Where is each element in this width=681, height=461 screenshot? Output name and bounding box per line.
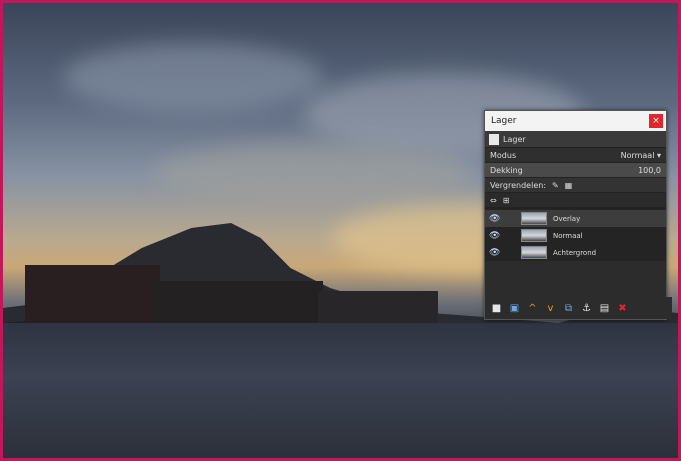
layer-actions-toolbar: ■ ▣ ^ v ⧉ ⚓ ▤ ✖	[485, 297, 672, 319]
new-group-icon[interactable]: ▣	[509, 303, 520, 314]
tab-label: Lager	[503, 134, 526, 144]
image-canvas: Lager × Lager Modus Normaal ▾ Dekking 10…	[0, 0, 681, 461]
layer-name: Overlay	[553, 214, 581, 223]
close-icon[interactable]: ×	[649, 114, 663, 128]
layer-row[interactable]: 👁 Normaal	[485, 227, 666, 244]
mode-select[interactable]: Normaal ▾	[621, 151, 661, 160]
mode-row: Modus Normaal ▾	[485, 148, 666, 163]
lock-alpha-icon[interactable]: ▦	[565, 181, 573, 190]
eye-icon[interactable]: 👁	[489, 214, 501, 224]
layers-tab-icon	[489, 133, 499, 145]
layer-name: Achtergrond	[553, 248, 597, 257]
layers-list: 👁 Overlay 👁 Normaal 👁 Achtergrond	[485, 208, 666, 261]
layer-thumbnail	[521, 212, 547, 225]
snow-foreground	[3, 323, 678, 458]
layer-thumbnail	[521, 246, 547, 259]
layer-name: Normaal	[553, 231, 583, 240]
anchor-layer-icon[interactable]: ⚓	[581, 303, 592, 314]
cloud	[63, 43, 323, 113]
eye-icon[interactable]: 👁	[489, 231, 501, 241]
dialog-title: Lager	[491, 116, 517, 126]
lock-pixels-icon[interactable]: ✎	[552, 181, 559, 190]
lock-position-icon-2[interactable]: ⊞	[503, 196, 510, 205]
delete-layer-icon[interactable]: ✖	[617, 303, 628, 314]
layer-row[interactable]: 👁 Overlay	[485, 210, 666, 227]
merge-layer-icon[interactable]: ▤	[599, 303, 610, 314]
opacity-value: 100,0	[638, 165, 661, 175]
lower-layer-icon[interactable]: v	[545, 303, 556, 314]
new-layer-icon[interactable]: ■	[491, 303, 502, 314]
dialog-tab[interactable]: Lager	[485, 131, 666, 148]
opacity-slider[interactable]: Dekking 100,0	[485, 163, 666, 178]
lock-label: Vergrendelen:	[490, 180, 547, 190]
raise-layer-icon[interactable]: ^	[527, 303, 538, 314]
lock-position-row: ⇔ ⊞	[485, 193, 666, 208]
duplicate-layer-icon[interactable]: ⧉	[563, 303, 574, 314]
layer-thumbnail	[521, 229, 547, 242]
layer-row[interactable]: 👁 Achtergrond	[485, 244, 666, 261]
layers-dialog: Lager × Lager Modus Normaal ▾ Dekking 10…	[484, 110, 672, 320]
lock-position-icon[interactable]: ⇔	[490, 196, 497, 205]
mode-label: Modus	[490, 150, 517, 160]
opacity-label: Dekking	[490, 165, 523, 175]
cloud	[153, 143, 473, 203]
dialog-titlebar[interactable]: Lager ×	[485, 111, 666, 131]
lock-row: Vergrendelen: ✎ ▦	[485, 178, 666, 193]
eye-icon[interactable]: 👁	[489, 248, 501, 258]
